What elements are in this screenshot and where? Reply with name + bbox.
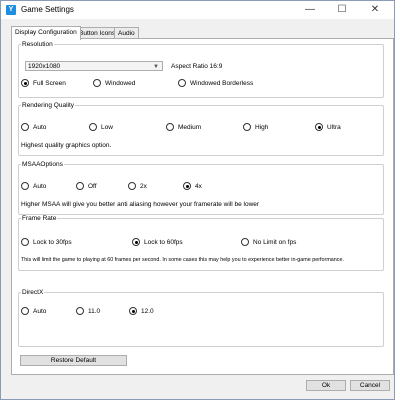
- msaa-legend: MSAAOptions: [22, 161, 63, 168]
- frame-rate-legend: Frame Rate: [22, 215, 57, 222]
- radio-label: Off: [88, 183, 97, 190]
- frame-rate-group: Frame Rate Lock to 30fps Lock to 60fps N…: [18, 215, 384, 271]
- radio-label: Ultra: [327, 124, 341, 131]
- radio-indicator: [21, 79, 29, 87]
- radio-label: Full Screen: [33, 80, 66, 87]
- radio-label: Auto: [33, 183, 47, 190]
- radio-label: No Limit on fps: [253, 239, 297, 246]
- display-configuration-panel: Resolution 1920x1080 ▼ Aspect Ratio 16:9…: [11, 38, 394, 375]
- cancel-button[interactable]: Cancel: [350, 380, 390, 391]
- radio-indicator: [21, 238, 29, 246]
- radio-indicator: [243, 123, 251, 131]
- maximize-button[interactable]: ☐: [328, 1, 356, 19]
- radio-msaa-off[interactable]: Off: [76, 182, 97, 191]
- radio-indicator: [76, 182, 84, 190]
- rendering-quality-group: Rendering Quality Auto Low Medium High U…: [18, 102, 384, 156]
- radio-label: 4x: [195, 183, 202, 190]
- radio-no-limit-fps[interactable]: No Limit on fps: [241, 238, 296, 247]
- resolution-selected-value: 1920x1080: [28, 63, 61, 70]
- radio-quality-low[interactable]: Low: [89, 123, 113, 132]
- aspect-ratio-label: Aspect Ratio 16:9: [171, 63, 223, 70]
- radio-label: Auto: [33, 124, 47, 131]
- radio-quality-high[interactable]: High: [243, 123, 268, 132]
- radio-directx-11[interactable]: 11.0: [76, 307, 100, 316]
- radio-indicator: [128, 182, 136, 190]
- radio-msaa-auto[interactable]: Auto: [21, 182, 46, 191]
- radio-quality-auto[interactable]: Auto: [21, 123, 46, 132]
- radio-indicator: [241, 238, 249, 246]
- radio-label: Lock to 30fps: [33, 239, 72, 246]
- radio-indicator: [178, 79, 186, 87]
- quality-description: Highest quality graphics option.: [21, 142, 112, 149]
- radio-lock-60fps[interactable]: Lock to 60fps: [132, 238, 183, 247]
- radio-label: Windowed Borderless: [190, 80, 254, 87]
- radio-indicator: [93, 79, 101, 87]
- minimize-button[interactable]: —: [296, 1, 324, 19]
- frame-rate-description: This will limit the game to playing at 6…: [21, 257, 344, 263]
- radio-indicator: [21, 123, 29, 131]
- radio-label: High: [255, 124, 269, 131]
- radio-windowed[interactable]: Windowed: [93, 79, 135, 88]
- msaa-options-group: MSAAOptions Auto Off 2x 4x Higher MSAA w…: [18, 161, 384, 215]
- chevron-down-icon: ▼: [153, 64, 159, 70]
- ok-button[interactable]: Ok: [306, 380, 346, 391]
- radio-indicator: [183, 182, 191, 190]
- radio-indicator: [89, 123, 97, 131]
- close-button[interactable]: ✕: [361, 1, 389, 19]
- title-bar: Y Game Settings — ☐ ✕: [1, 1, 394, 19]
- resolution-select[interactable]: 1920x1080 ▼: [25, 61, 163, 71]
- resolution-group: Resolution 1920x1080 ▼ Aspect Ratio 16:9…: [18, 41, 384, 98]
- radio-windowed-borderless[interactable]: Windowed Borderless: [178, 79, 253, 88]
- radio-indicator: [132, 238, 140, 246]
- game-settings-window: Y Game Settings — ☐ ✕ Display Configurat…: [0, 0, 395, 400]
- radio-indicator: [129, 307, 137, 315]
- radio-label: Lock to 60fps: [144, 239, 183, 246]
- radio-quality-ultra[interactable]: Ultra: [315, 123, 341, 132]
- radio-label: 12.0: [141, 308, 154, 315]
- radio-label: Medium: [178, 124, 202, 131]
- tab-display-configuration[interactable]: Display Configuration: [11, 26, 81, 40]
- radio-label: Auto: [33, 308, 47, 315]
- resolution-legend: Resolution: [22, 41, 53, 48]
- directx-legend: DirectX: [22, 289, 44, 296]
- radio-label: 11.0: [88, 308, 101, 315]
- radio-indicator: [166, 123, 174, 131]
- restore-default-button[interactable]: Restore Default: [20, 355, 127, 366]
- radio-indicator: [21, 182, 29, 190]
- window-title: Game Settings: [21, 5, 74, 14]
- radio-msaa-4x[interactable]: 4x: [183, 182, 202, 191]
- radio-indicator: [76, 307, 84, 315]
- rendering-quality-legend: Rendering Quality: [22, 102, 75, 109]
- radio-indicator: [21, 307, 29, 315]
- radio-directx-12[interactable]: 12.0: [129, 307, 154, 316]
- radio-lock-30fps[interactable]: Lock to 30fps: [21, 238, 72, 247]
- radio-label: Low: [101, 124, 113, 131]
- msaa-description: Higher MSAA will give you better anti al…: [21, 201, 260, 208]
- radio-directx-auto[interactable]: Auto: [21, 307, 46, 316]
- directx-group: DirectX Auto 11.0 12.0: [18, 289, 384, 347]
- radio-label: 2x: [140, 183, 147, 190]
- radio-msaa-2x[interactable]: 2x: [128, 182, 147, 191]
- radio-label: Windowed: [105, 80, 136, 87]
- radio-full-screen[interactable]: Full Screen: [21, 79, 66, 88]
- radio-quality-medium[interactable]: Medium: [166, 123, 201, 132]
- app-icon: Y: [6, 5, 16, 15]
- radio-indicator: [315, 123, 323, 131]
